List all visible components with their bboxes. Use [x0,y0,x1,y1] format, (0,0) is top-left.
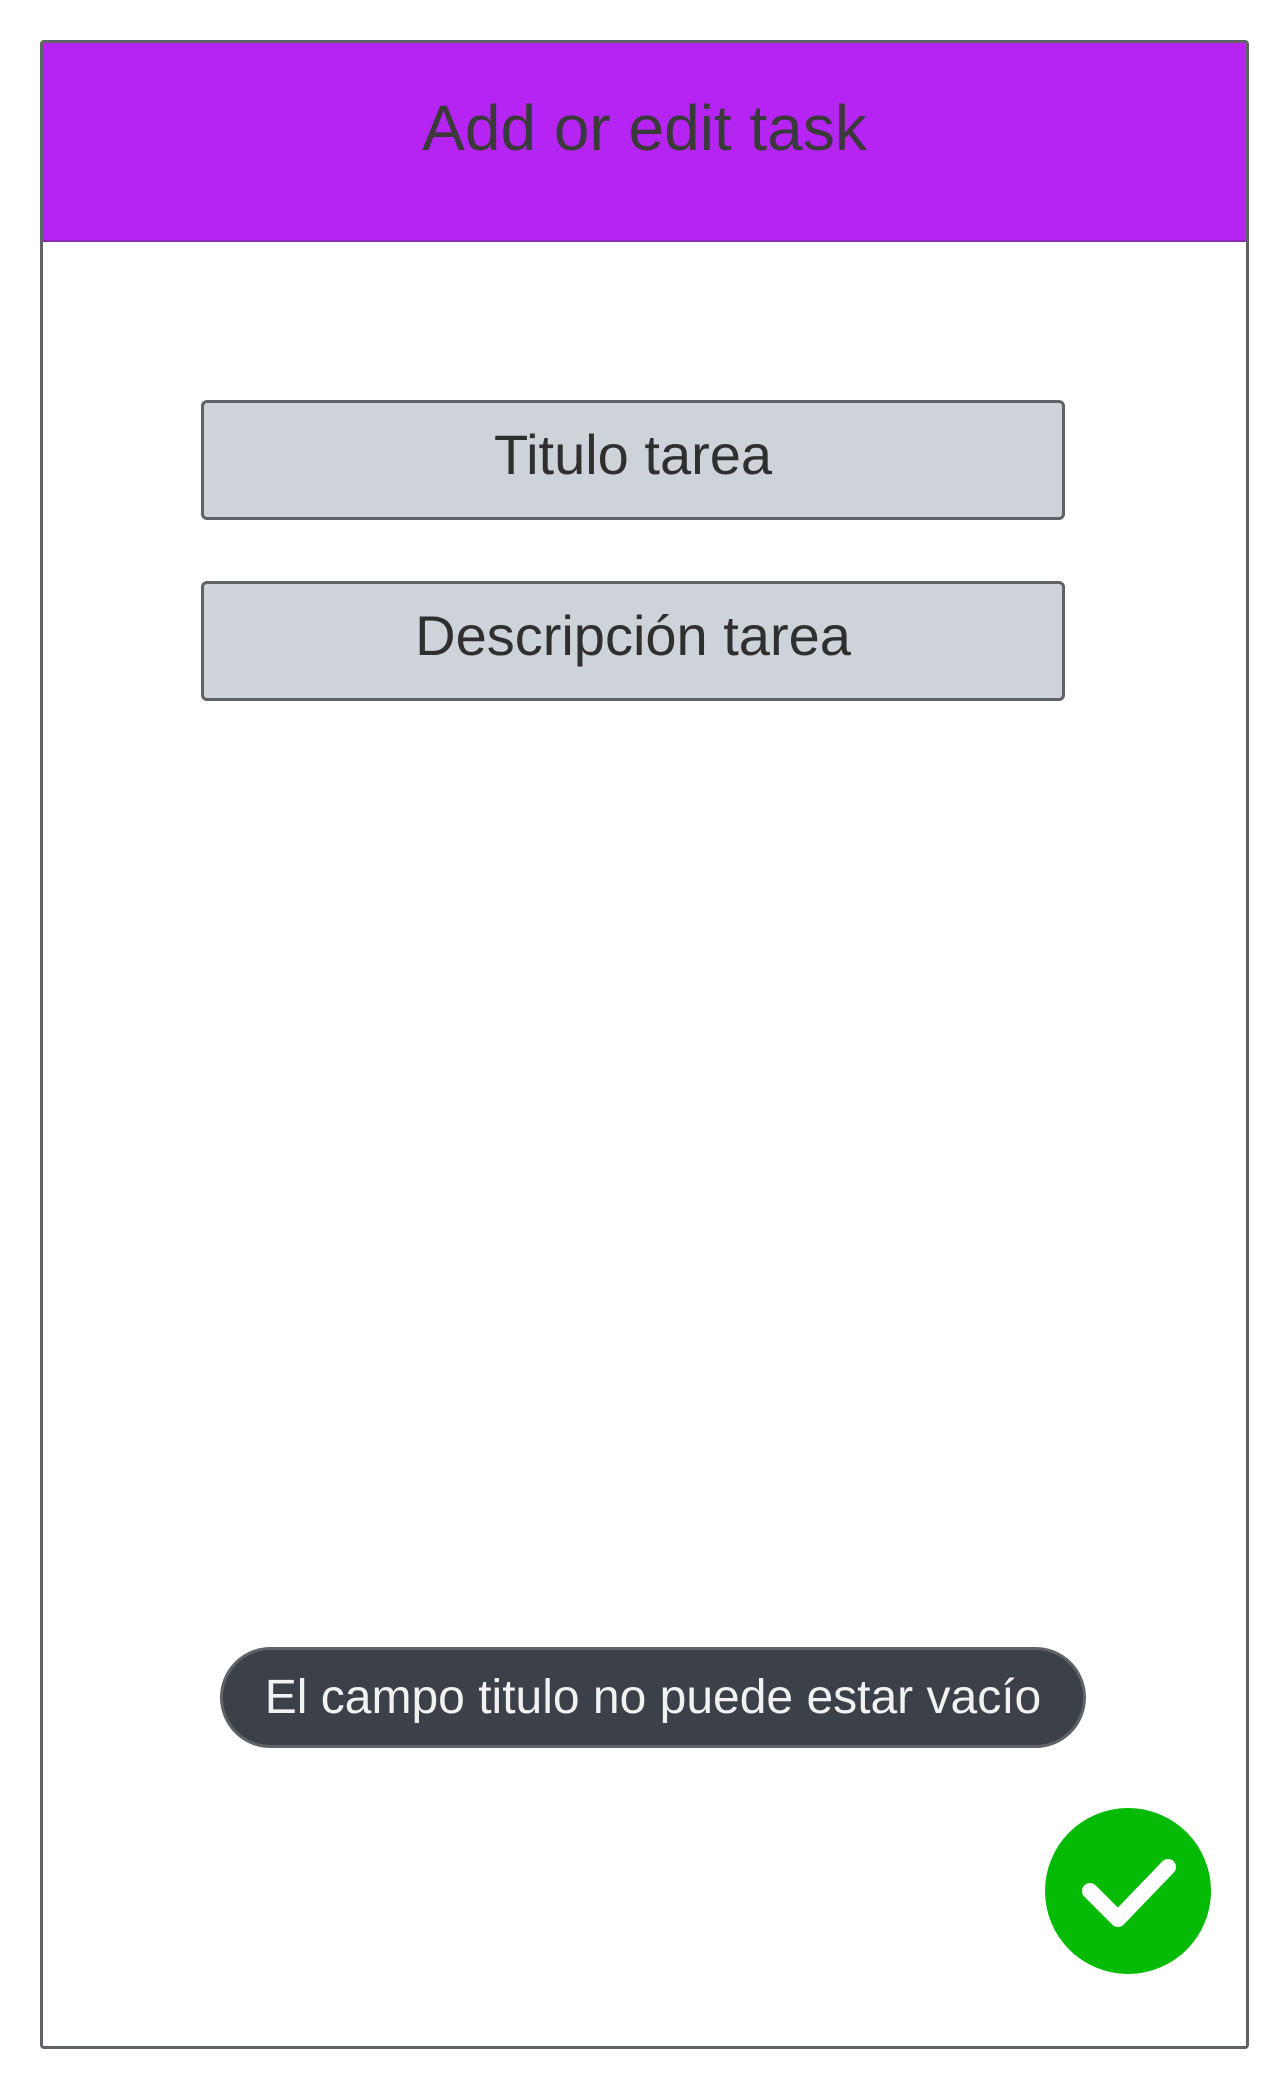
page-title: Add or edit task [422,91,867,164]
save-task-button[interactable] [1045,1808,1211,1974]
error-toast-message: El campo titulo no puede estar vacío [264,1671,1042,1724]
app-header: Add or edit task [43,43,1246,242]
error-toast: El campo titulo no puede estar vacío [220,1647,1086,1748]
task-description-input[interactable] [201,581,1065,701]
checkmark-icon [1082,1859,1176,1927]
task-title-input[interactable] [201,400,1065,520]
app-screen: Add or edit task El campo titulo no pued… [40,40,1249,2049]
